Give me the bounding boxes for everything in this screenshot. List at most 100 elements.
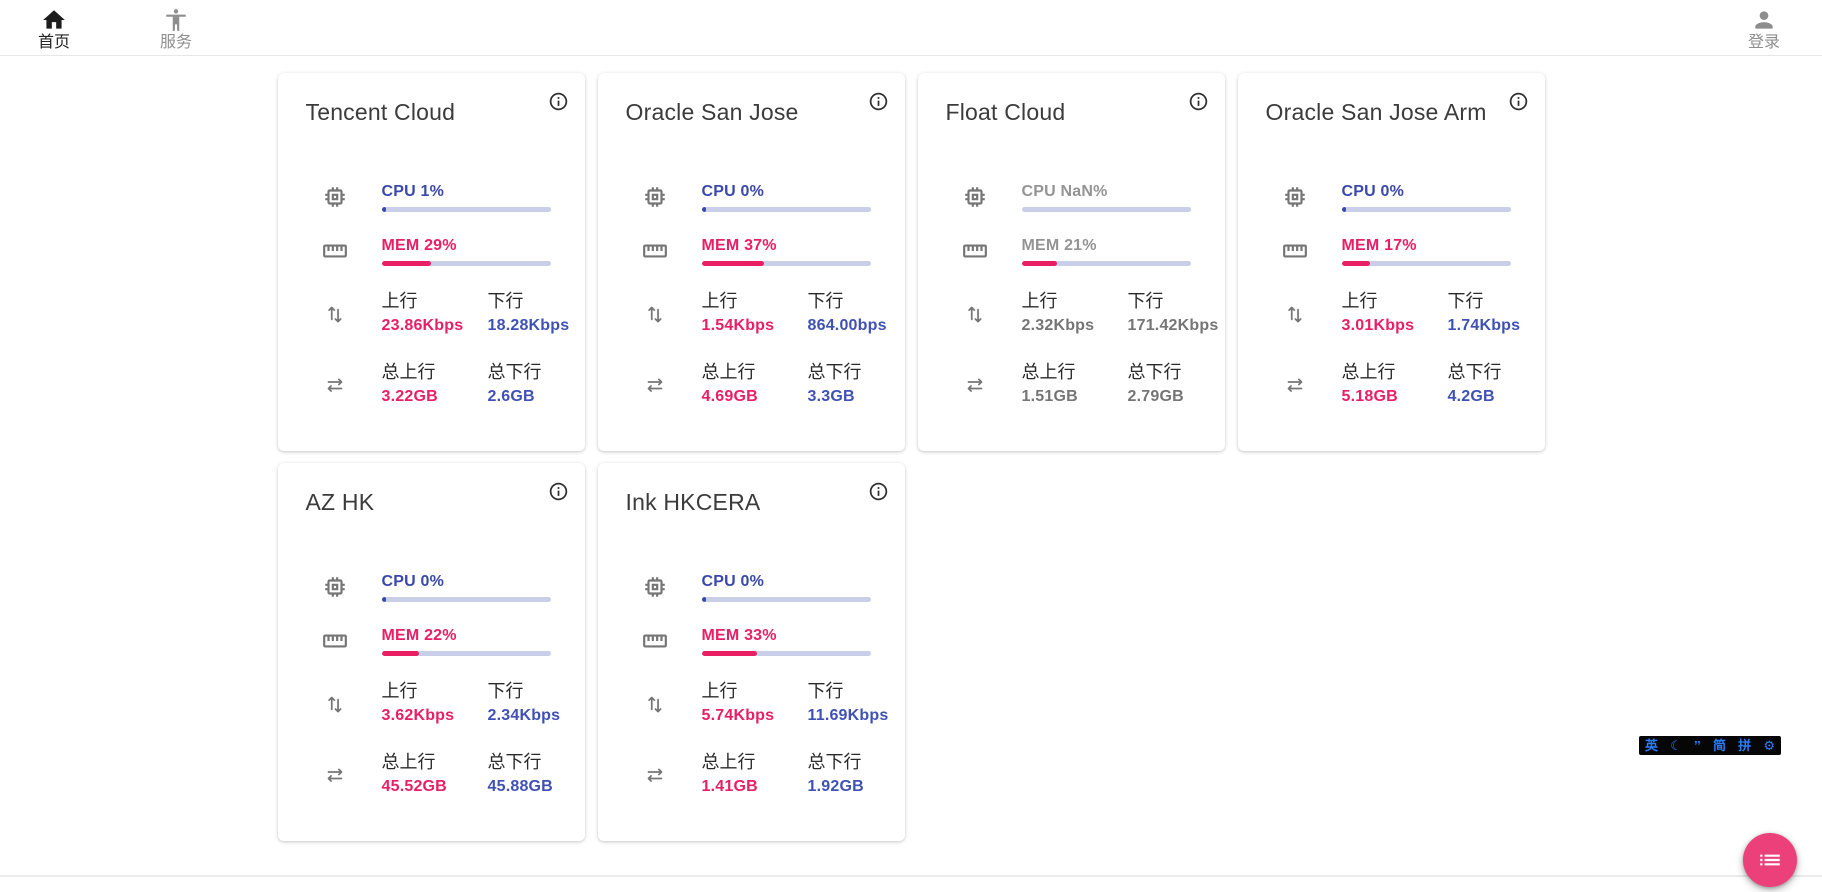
info-button[interactable] (1188, 91, 1209, 112)
memory-ruler-icon (322, 238, 348, 264)
upload-label: 上行 (382, 290, 488, 313)
swap-horizontal-arrows-icon (962, 372, 988, 398)
total-download-label: 总下行 (1448, 361, 1511, 384)
nav-item-login[interactable]: 登录 (1742, 3, 1786, 53)
upload-speed-value: 3.62Kbps (382, 705, 488, 727)
memory-ruler-icon (1282, 238, 1308, 264)
download-speed-value: 171.42Kbps (1128, 315, 1219, 337)
info-button[interactable] (868, 481, 889, 502)
cpu-progress-bar (702, 597, 871, 602)
ime-status-toolbar[interactable]: 英 ☾ ’’ 简拼 ⚙ (1639, 736, 1781, 755)
total-upload-value: 1.51GB (1022, 386, 1128, 408)
cpu-progress-bar (382, 207, 551, 212)
download-speed-value: 2.34Kbps (488, 705, 561, 727)
punctuation-width-icon[interactable]: ’’ (1694, 736, 1701, 755)
swap-horizontal-arrows-icon (642, 372, 668, 398)
info-icon (1508, 91, 1529, 112)
total-upload-label: 总上行 (382, 361, 488, 384)
info-button[interactable] (548, 481, 569, 502)
cpu-usage-label: CPU 0% (382, 572, 551, 591)
server-name: Tencent Cloud (306, 99, 456, 126)
total-download-label: 总下行 (808, 361, 871, 384)
upload-speed-value: 2.32Kbps (1022, 315, 1128, 337)
cpu-progress-fill (1342, 207, 1346, 212)
cpu-usage-label: CPU 1% (382, 182, 551, 201)
total-upload-value: 3.22GB (382, 386, 488, 408)
cpu-usage-label: CPU 0% (702, 572, 871, 591)
cpu-progress-bar (382, 597, 551, 602)
cpu-progress-fill (702, 207, 706, 212)
info-button[interactable] (868, 91, 889, 112)
upload-label: 上行 (702, 290, 808, 313)
mem-progress-fill (1342, 261, 1371, 266)
server-name: Oracle San Jose Arm (1266, 99, 1487, 126)
info-icon (1188, 91, 1209, 112)
upload-speed-value: 1.54Kbps (702, 315, 808, 337)
upload-speed-value: 3.01Kbps (1342, 315, 1448, 337)
cpu-progress-bar (702, 207, 871, 212)
total-upload-value: 4.69GB (702, 386, 808, 408)
mem-progress-bar (1342, 261, 1511, 266)
total-download-value: 3.3GB (808, 386, 871, 408)
info-icon (868, 481, 889, 502)
memory-ruler-icon (962, 238, 988, 264)
cpu-progress-bar (1022, 207, 1191, 212)
upload-label: 上行 (382, 680, 488, 703)
up-down-arrows-icon (322, 301, 348, 327)
upload-speed-value: 5.74Kbps (702, 705, 808, 727)
memory-ruler-icon (642, 238, 668, 264)
server-list-fab-button[interactable] (1743, 833, 1797, 887)
download-label: 下行 (1128, 290, 1219, 313)
mem-usage-label: MEM 33% (702, 626, 871, 645)
mem-progress-fill (702, 651, 758, 656)
person-icon (1751, 7, 1777, 33)
mem-progress-bar (382, 261, 551, 266)
memory-ruler-icon (322, 628, 348, 654)
nav-services-label: 服务 (160, 34, 192, 51)
total-download-label: 总下行 (488, 361, 551, 384)
mem-progress-fill (382, 261, 431, 266)
cpu-chip-icon (322, 184, 348, 210)
cpu-chip-icon (962, 184, 988, 210)
info-button[interactable] (1508, 91, 1529, 112)
server-grid: Tencent Cloud CPU 1% (278, 73, 1545, 841)
server-card: Float Cloud CPU NaN% (918, 73, 1225, 451)
info-button[interactable] (548, 91, 569, 112)
cpu-usage-label: CPU 0% (1342, 182, 1511, 201)
info-icon (868, 91, 889, 112)
total-download-label: 总下行 (1128, 361, 1191, 384)
total-download-value: 4.2GB (1448, 386, 1511, 408)
cpu-progress-bar (1342, 207, 1511, 212)
mem-progress-bar (382, 651, 551, 656)
memory-ruler-icon (642, 628, 668, 654)
gear-icon[interactable]: ⚙ (1763, 736, 1775, 755)
upload-label: 上行 (1342, 290, 1448, 313)
nav-item-home[interactable]: 首页 (32, 3, 76, 53)
mem-progress-bar (702, 651, 871, 656)
server-card: Oracle San Jose Arm CPU 0% (1238, 73, 1545, 451)
cpu-chip-icon (322, 574, 348, 600)
download-speed-value: 18.28Kbps (488, 315, 570, 337)
up-down-arrows-icon (642, 691, 668, 717)
up-down-arrows-icon (642, 301, 668, 327)
footer-divider (0, 875, 1822, 892)
ime-simplified-chinese[interactable]: 简 (1713, 736, 1726, 755)
moon-icon[interactable]: ☾ (1670, 736, 1682, 755)
ime-pinyin-mode[interactable]: 拼 (1738, 736, 1751, 755)
total-upload-label: 总上行 (382, 751, 488, 774)
ime-english-mode[interactable]: 英 (1645, 736, 1658, 755)
mem-usage-label: MEM 37% (702, 236, 871, 255)
server-card: Oracle San Jose CPU 0% (598, 73, 905, 451)
upload-speed-value: 23.86Kbps (382, 315, 488, 337)
total-upload-value: 45.52GB (382, 776, 488, 798)
mem-progress-fill (382, 651, 419, 656)
list-icon (1757, 847, 1783, 873)
swap-horizontal-arrows-icon (322, 372, 348, 398)
mem-usage-label: MEM 29% (382, 236, 551, 255)
swap-horizontal-arrows-icon (322, 762, 348, 788)
nav-item-services[interactable]: 服务 (154, 3, 198, 53)
download-label: 下行 (488, 680, 561, 703)
mem-progress-fill (1022, 261, 1057, 266)
cpu-usage-label: CPU 0% (702, 182, 871, 201)
mem-usage-label: MEM 22% (382, 626, 551, 645)
